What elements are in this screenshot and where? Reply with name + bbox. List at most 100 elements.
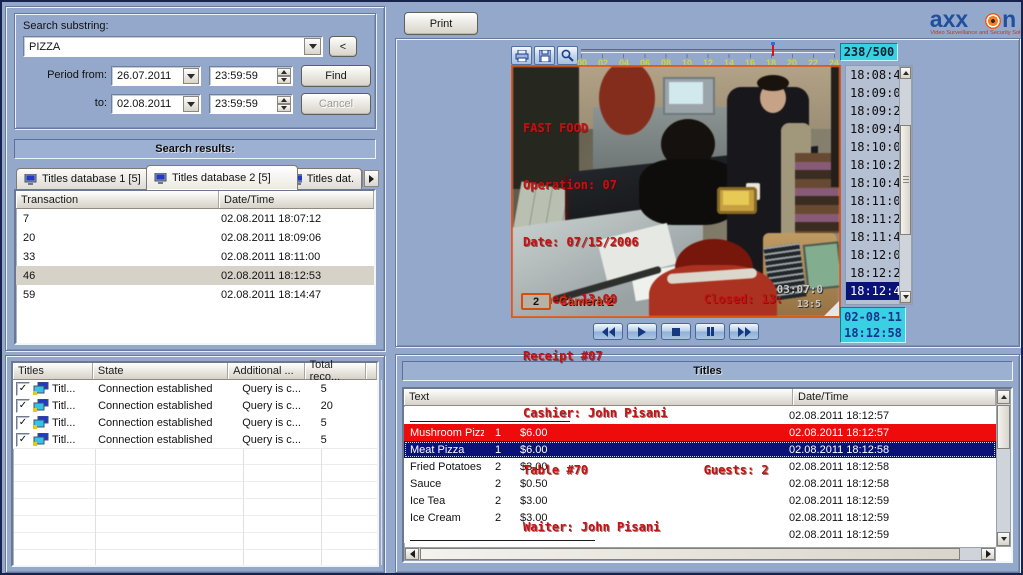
chevron-down-icon	[309, 44, 317, 49]
timestamp-item[interactable]: 18:10:26	[846, 156, 899, 174]
scrollbar-thumb[interactable]	[900, 125, 911, 235]
transactions-table: Transaction Date/Time 702.08.2011 18:07:…	[14, 189, 376, 345]
checkbox-checked[interactable]: ✓	[16, 416, 30, 430]
timestamp-item[interactable]: 18:12:28	[846, 264, 899, 282]
connections-section-panel: Titles State Additional ... Total reco..…	[5, 355, 385, 573]
transaction-row[interactable]: 2002.08.2011 18:09:06	[16, 228, 374, 247]
cancel-button[interactable]: Cancel	[301, 93, 371, 115]
spin-down-icon[interactable]	[277, 104, 291, 112]
connection-row[interactable]: ✓ Titl... Connection established Query i…	[13, 431, 377, 449]
search-input[interactable]: PIZZA	[23, 36, 323, 57]
timestamp-item[interactable]: 18:11:06	[846, 192, 899, 210]
arrow-down-icon	[1001, 537, 1007, 541]
frame-counter: 238/500	[840, 43, 898, 61]
date-from-field[interactable]: 26.07.2011	[111, 66, 201, 86]
date-to-dropdown-button[interactable]	[183, 96, 199, 112]
titles-vertical-scrollbar[interactable]	[996, 389, 1011, 547]
search-section-panel: Search substring: PIZZA < Period from: 2…	[5, 6, 385, 351]
to-label: to:	[21, 97, 107, 109]
column-header-filler	[366, 363, 377, 380]
timestamp-item[interactable]: 18:11:27	[846, 210, 899, 228]
scrollbar-thumb[interactable]	[997, 405, 1010, 449]
search-dropdown-button[interactable]	[304, 38, 321, 55]
find-button[interactable]: Find	[301, 65, 371, 87]
connections-table: Titles State Additional ... Total reco..…	[11, 361, 379, 567]
time-to-field[interactable]: 23:59:59	[209, 94, 293, 114]
timestamp-item[interactable]: 18:10:46	[846, 174, 899, 192]
transaction-row[interactable]: 3302.08.2011 18:11:00	[16, 247, 374, 266]
timestamp-list[interactable]: 18:08:44 18:09:04 18:09:25 18:09:45 18:1…	[845, 65, 913, 305]
column-header-total-records[interactable]: Total reco...	[305, 363, 366, 380]
save-frame-button[interactable]	[534, 46, 555, 65]
print-frame-button[interactable]	[511, 46, 532, 65]
period-from-label: Period from:	[21, 69, 107, 81]
spin-up-icon[interactable]	[277, 96, 291, 104]
column-header-additional[interactable]: Additional ...	[228, 363, 305, 380]
connection-row[interactable]: ✓ Titl... Connection established Query i…	[13, 397, 377, 415]
date-to-field[interactable]: 02.08.2011	[111, 94, 201, 114]
arrow-up-icon	[1001, 395, 1007, 399]
scroll-left-button[interactable]	[405, 548, 419, 560]
timestamp-item[interactable]: 18:08:44	[846, 66, 899, 84]
search-results-header: Search results:	[14, 139, 376, 159]
axxon-logo: axxn Video Surveillance and Security Sol…	[928, 8, 1018, 42]
time-from-spinner[interactable]	[277, 68, 291, 84]
arrow-right-icon	[369, 175, 374, 183]
monitor-icon	[154, 173, 167, 184]
timestamp-item[interactable]: 18:10:05	[846, 138, 899, 156]
search-substring-label: Search substring:	[23, 20, 109, 32]
column-header-datetime[interactable]: Date/Time	[219, 191, 374, 209]
connections-table-header: Titles State Additional ... Total reco..…	[13, 363, 377, 380]
checkbox-checked[interactable]: ✓	[16, 382, 30, 396]
back-button[interactable]: <	[329, 36, 357, 57]
video-frame[interactable]: FAST FOOD Operation: 07 Date: 07/15/2006…	[511, 65, 841, 318]
chevron-down-icon	[187, 102, 195, 107]
scroll-down-button[interactable]	[900, 291, 911, 303]
scroll-right-button[interactable]	[981, 548, 995, 560]
column-header-transaction[interactable]: Transaction	[16, 191, 219, 209]
transaction-row-selected[interactable]: 4602.08.2011 18:12:53	[16, 266, 374, 285]
scroll-up-button[interactable]	[900, 67, 911, 79]
spin-down-icon[interactable]	[277, 76, 291, 84]
column-header-titles[interactable]: Titles	[13, 363, 93, 380]
scroll-up-button[interactable]	[997, 390, 1010, 404]
camera-label: Camera 2	[559, 294, 613, 308]
tab-scroll-right-button[interactable]	[364, 170, 379, 187]
pos-overlay-text: FAST FOOD Operation: 07 Date: 07/15/2006…	[523, 81, 837, 575]
save-icon	[539, 50, 551, 62]
transaction-row[interactable]: 5902.08.2011 18:14:47	[16, 285, 374, 304]
time-from-field[interactable]: 23:59:59	[209, 66, 293, 86]
arrow-down-icon	[903, 295, 909, 299]
print-button[interactable]: Print	[404, 12, 478, 35]
timestamp-item-selected[interactable]: 18:12:48	[846, 282, 899, 300]
timestamp-item[interactable]: 18:09:45	[846, 120, 899, 138]
titles-database-icon	[33, 382, 49, 395]
checkbox-checked[interactable]: ✓	[16, 399, 30, 413]
column-header-state[interactable]: State	[93, 363, 228, 380]
timestamp-item[interactable]: 18:09:04	[846, 84, 899, 102]
timestamp-item[interactable]: 18:11:47	[846, 228, 899, 246]
transaction-row[interactable]: 702.08.2011 18:07:12	[16, 209, 374, 228]
date-from-dropdown-button[interactable]	[183, 68, 199, 84]
timestamp-item[interactable]: 18:09:25	[846, 102, 899, 120]
timestamp-item[interactable]: 18:12:07	[846, 246, 899, 264]
transactions-table-header: Transaction Date/Time	[16, 191, 374, 209]
current-datetime-box: 02-08-11 18:12:58	[840, 307, 906, 343]
titles-database-icon	[33, 416, 49, 429]
arrow-left-icon	[410, 550, 415, 558]
tab-titles-database-2[interactable]: Titles database 2 [5]	[146, 165, 298, 190]
timestamp-item[interactable]: 18:13:08	[846, 300, 899, 305]
spin-up-icon[interactable]	[277, 68, 291, 76]
connection-row[interactable]: ✓ Titl... Connection established Query i…	[13, 414, 377, 432]
tab-titles-database-1[interactable]: Titles database 1 [5]	[16, 168, 160, 189]
search-groupbox: Search substring: PIZZA < Period from: 2…	[14, 13, 376, 129]
timeline-groove	[581, 49, 835, 53]
player-panel: 00020406081012141618202224 238/500	[395, 38, 1020, 347]
timestamp-scrollbar[interactable]	[899, 66, 912, 304]
chevron-down-icon	[187, 74, 195, 79]
scroll-down-button[interactable]	[997, 532, 1010, 546]
timeline-position-marker[interactable]	[772, 45, 774, 56]
video-corner-time: 03:07:0	[777, 283, 823, 296]
checkbox-checked[interactable]: ✓	[16, 433, 30, 447]
time-to-spinner[interactable]	[277, 96, 291, 112]
